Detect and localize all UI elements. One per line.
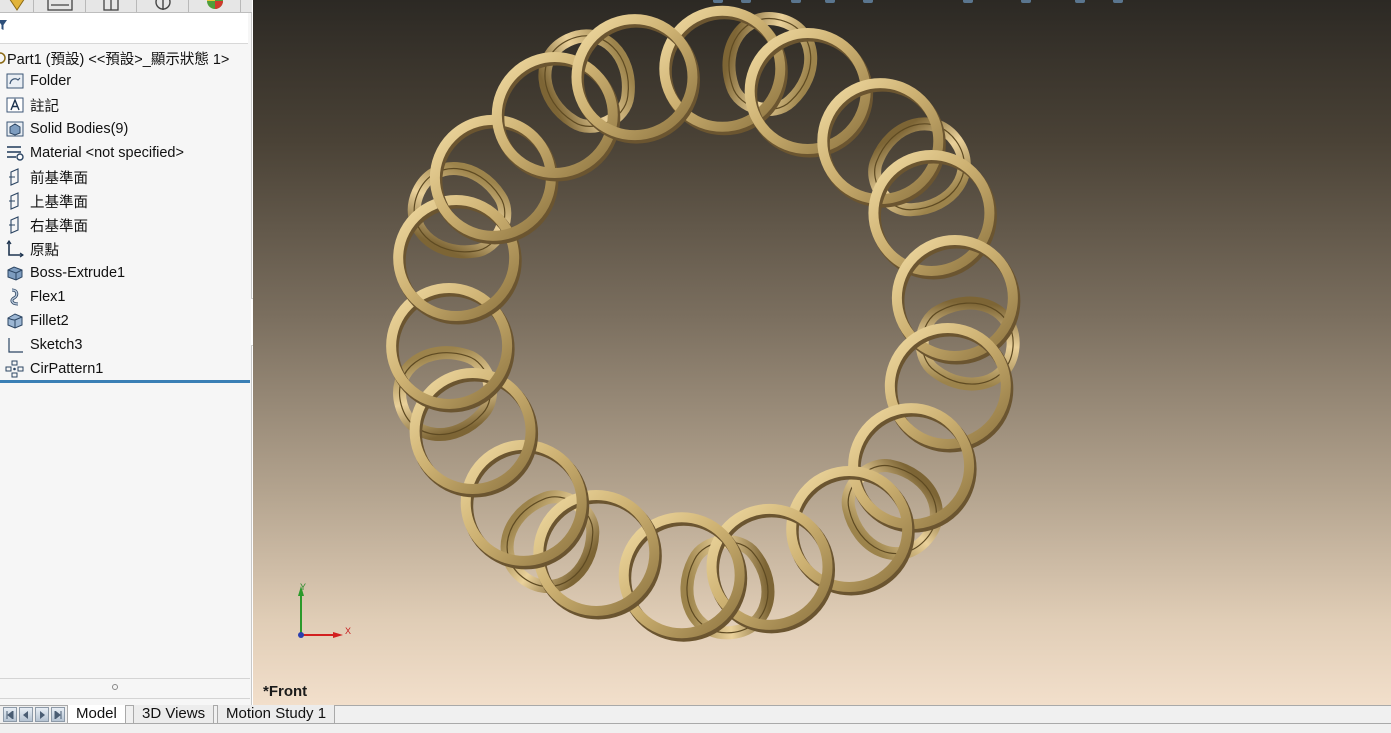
graphics-viewport[interactable]: Y X *Front: [253, 0, 1391, 705]
tree-item-label: 前基準面: [30, 170, 88, 187]
tree-item-label: 右基準面: [30, 218, 88, 235]
filter-icon[interactable]: [0, 19, 8, 31]
tree-item-label: Sketch3: [30, 337, 83, 353]
tab-display-manager[interactable]: [189, 0, 241, 12]
configuration-manager-icon: [103, 0, 119, 11]
tree-item-label: Boss-Extrude1: [30, 265, 126, 281]
annotation-icon: [5, 95, 25, 115]
tab-property-manager[interactable]: [34, 0, 86, 12]
tree-root-part[interactable]: Part1 (預設) <<預設>_顯示狀態 1>: [0, 47, 229, 69]
circular-pattern-icon: [5, 359, 25, 379]
rollback-bar[interactable]: [0, 380, 250, 383]
plane-icon: [5, 191, 25, 211]
tree-item-label: Folder: [30, 73, 72, 89]
tree-item-material[interactable]: Material <not specified>: [0, 141, 250, 165]
first-tab-button[interactable]: [3, 707, 17, 722]
property-manager-icon: [46, 0, 73, 11]
tree-item-right-plane[interactable]: 右基準面: [0, 213, 250, 237]
feature-tree: Folder 註記 Solid Bodies(9) Material <not …: [0, 69, 250, 381]
panel-divider: [0, 678, 250, 679]
tree-item-label: Solid Bodies(9): [30, 121, 129, 137]
plane-icon: [5, 215, 25, 235]
bottom-tab-bar: Model 3D Views Motion Study 1: [0, 705, 1391, 724]
prev-tab-button[interactable]: [19, 707, 33, 722]
bracelet-ring: [618, 512, 745, 639]
tree-item-fillet2[interactable]: Fillet2: [0, 309, 250, 333]
panel-splitter-grip[interactable]: [112, 684, 118, 690]
tab-dimxpert-manager[interactable]: [137, 0, 189, 12]
tab-feature-manager[interactable]: [0, 0, 34, 12]
status-bar: ​: [0, 724, 1391, 733]
skip-first-icon: [6, 710, 14, 719]
tree-item-top-plane[interactable]: 上基準面: [0, 189, 250, 213]
tab-configuration-manager[interactable]: [86, 0, 137, 12]
triad-y-label: Y: [300, 582, 307, 592]
feature-manager-icon: [9, 0, 24, 11]
triad-x-label: X: [345, 626, 352, 636]
tree-filter-row: [0, 13, 248, 44]
tree-item-label: Fillet2: [30, 313, 69, 329]
feature-manager-panel: Part1 (預設) <<預設>_顯示狀態 1> Folder 註記 Solid…: [0, 0, 252, 705]
chevron-right-icon: [40, 710, 45, 719]
tree-item-boss-extrude1[interactable]: Boss-Extrude1: [0, 261, 250, 285]
next-tab-button[interactable]: [35, 707, 49, 722]
tree-item-front-plane[interactable]: 前基準面: [0, 165, 250, 189]
material-icon: [5, 143, 25, 163]
tree-root-label: Part1 (預設) <<預設>_顯示狀態 1>: [7, 51, 230, 68]
extrude-icon: [5, 263, 25, 283]
plane-icon: [5, 167, 25, 187]
tree-item-label: CirPattern1: [30, 361, 104, 377]
tree-item-annotations[interactable]: 註記: [0, 93, 250, 117]
tree-item-flex1[interactable]: Flex1: [0, 285, 250, 309]
flex-icon: [5, 287, 25, 307]
dimxpert-icon: [154, 0, 171, 10]
origin-icon: [5, 239, 25, 259]
tree-item-label: Flex1: [30, 289, 66, 305]
skip-last-icon: [54, 710, 62, 719]
view-orientation-label: *Front: [263, 683, 308, 700]
sketch-icon: [5, 335, 25, 355]
last-tab-button[interactable]: [51, 707, 65, 722]
manager-tabs: [0, 0, 252, 13]
folder-icon: [5, 71, 25, 91]
tree-item-label: 註記: [30, 98, 59, 115]
tree-item-label: 原點: [30, 242, 59, 259]
tree-item-label: 上基準面: [30, 194, 88, 211]
tab-motion-study-1[interactable]: Motion Study 1: [217, 705, 336, 724]
tab-model[interactable]: Model: [67, 705, 126, 724]
fillet-icon: [5, 311, 25, 331]
tab-3d-views[interactable]: 3D Views: [133, 705, 215, 724]
chevron-left-icon: [23, 710, 28, 719]
display-manager-icon: [206, 0, 223, 9]
tree-item-sketch3[interactable]: Sketch3: [0, 333, 250, 357]
tree-item-folder[interactable]: Folder: [0, 69, 250, 93]
expand-arrow-icon[interactable]: [0, 47, 7, 69]
solid-bodies-icon: [5, 119, 25, 139]
panel-divider: [0, 698, 250, 699]
model-bracelet[interactable]: [253, 0, 1391, 705]
tree-item-solid-bodies[interactable]: Solid Bodies(9): [0, 117, 250, 141]
tree-item-label: Material <not specified>: [30, 145, 184, 161]
tree-item-origin[interactable]: 原點: [0, 237, 250, 261]
tree-item-cirpattern1[interactable]: CirPattern1: [0, 357, 250, 381]
